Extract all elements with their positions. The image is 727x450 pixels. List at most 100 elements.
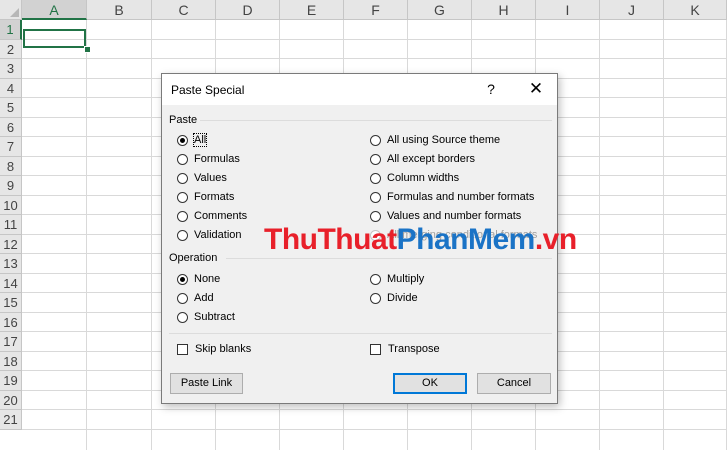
row-header-7[interactable]: 7 — [0, 137, 22, 157]
radio-button[interactable] — [370, 191, 381, 203]
transpose-checkbox[interactable]: Transpose — [370, 341, 440, 357]
column-gridline — [663, 20, 664, 450]
option-label: None — [194, 273, 221, 285]
row-header-5[interactable]: 5 — [0, 98, 22, 118]
row-header-11[interactable]: 11 — [0, 215, 22, 235]
row-header-6[interactable]: 6 — [0, 118, 22, 137]
radio-button — [370, 229, 381, 241]
radio-button[interactable] — [177, 210, 188, 222]
radio-button[interactable] — [177, 134, 188, 146]
row-header-15[interactable]: 15 — [0, 293, 22, 313]
column-header-b[interactable]: B — [87, 0, 152, 20]
row-gridline — [22, 409, 727, 410]
radio-paste-values-number-formats[interactable]: Values and number formats — [370, 208, 521, 224]
radio-paste-comments[interactable]: Comments — [177, 208, 247, 224]
radio-button[interactable] — [177, 172, 188, 184]
checkbox-box[interactable] — [370, 343, 381, 355]
row-header-3[interactable]: 3 — [0, 59, 22, 79]
radio-operation-none[interactable]: None — [177, 271, 220, 287]
column-header-c[interactable]: C — [152, 0, 216, 20]
radio-button[interactable] — [177, 292, 188, 304]
radio-operation-subtract[interactable]: Subtract — [177, 309, 235, 325]
column-gridline — [86, 20, 87, 450]
radio-paste-formulas[interactable]: Formulas — [177, 151, 240, 167]
select-all-triangle-icon — [10, 8, 19, 17]
fill-handle[interactable] — [84, 46, 91, 53]
row-gridline — [22, 429, 727, 430]
radio-button[interactable] — [370, 153, 381, 165]
row-header-14[interactable]: 14 — [0, 274, 22, 293]
checkbox-divider — [169, 333, 552, 334]
option-label: Subtract — [194, 311, 235, 323]
column-header-h[interactable]: H — [472, 0, 536, 20]
row-header-18[interactable]: 18 — [0, 352, 22, 371]
radio-operation-divide[interactable]: Divide — [370, 290, 418, 306]
radio-paste-formats[interactable]: Formats — [177, 189, 234, 205]
column-header-k[interactable]: K — [664, 0, 727, 20]
option-label: Add — [194, 292, 214, 304]
radio-button[interactable] — [370, 134, 381, 146]
radio-paste-source-theme[interactable]: All using Source theme — [370, 132, 500, 148]
row-header-16[interactable]: 16 — [0, 313, 22, 332]
option-label: Column widths — [387, 172, 460, 184]
radio-paste-merging-conditional-formats: All merging conditional formats — [370, 227, 537, 243]
column-header-g[interactable]: G — [408, 0, 472, 20]
radio-button[interactable] — [370, 210, 381, 222]
option-label: All using Source theme — [387, 134, 501, 146]
column-header-f[interactable]: F — [344, 0, 408, 20]
skip-blanks-checkbox[interactable]: Skip blanks — [177, 341, 251, 357]
radio-paste-formulas-number-formats[interactable]: Formulas and number formats — [370, 189, 534, 205]
radio-operation-add[interactable]: Add — [177, 290, 214, 306]
row-header-20[interactable]: 20 — [0, 391, 22, 410]
radio-paste-validation[interactable]: Validation — [177, 227, 242, 243]
checkbox-box[interactable] — [177, 343, 188, 355]
radio-paste-values[interactable]: Values — [177, 170, 227, 186]
close-icon[interactable]: ✕ — [526, 79, 546, 99]
radio-paste-except-borders[interactable]: All except borders — [370, 151, 475, 167]
radio-paste-all[interactable]: All — [177, 132, 208, 148]
row-gridline — [22, 58, 727, 59]
paste-link-button[interactable]: Paste Link — [170, 373, 243, 394]
select-all-corner[interactable] — [0, 0, 22, 20]
row-gridline — [22, 39, 727, 40]
row-header-17[interactable]: 17 — [0, 332, 22, 352]
column-header-a[interactable]: A — [22, 0, 87, 20]
row-header-10[interactable]: 10 — [0, 196, 22, 215]
option-label: All merging conditional formats — [387, 229, 538, 241]
active-cell-a1[interactable] — [23, 29, 86, 48]
column-header-i[interactable]: I — [536, 0, 600, 20]
option-label: Values — [194, 172, 227, 184]
row-header-8[interactable]: 8 — [0, 157, 22, 176]
radio-button[interactable] — [370, 292, 381, 304]
checkbox-label: Skip blanks — [195, 343, 252, 355]
column-gridline — [599, 20, 600, 450]
radio-button[interactable] — [370, 273, 381, 285]
radio-button[interactable] — [177, 311, 188, 323]
radio-button[interactable] — [177, 153, 188, 165]
row-header-4[interactable]: 4 — [0, 79, 22, 98]
column-header-j[interactable]: J — [600, 0, 664, 20]
column-header-e[interactable]: E — [280, 0, 344, 20]
row-header-21[interactable]: 21 — [0, 410, 22, 430]
help-icon[interactable]: ? — [482, 79, 500, 99]
row-header-19[interactable]: 19 — [0, 371, 22, 391]
row-header-1[interactable]: 1 — [0, 20, 22, 40]
checkbox-label: Transpose — [388, 343, 440, 355]
option-label: Formulas — [194, 153, 240, 165]
option-label: Multiply — [387, 273, 425, 285]
row-header-2[interactable]: 2 — [0, 40, 22, 59]
radio-button[interactable] — [177, 273, 188, 285]
radio-button[interactable] — [177, 191, 188, 203]
ok-button[interactable]: OK — [393, 373, 467, 394]
radio-paste-column-widths[interactable]: Column widths — [370, 170, 459, 186]
row-header-13[interactable]: 13 — [0, 254, 22, 274]
column-header-d[interactable]: D — [216, 0, 280, 20]
row-header-12[interactable]: 12 — [0, 235, 22, 254]
radio-operation-multiply[interactable]: Multiply — [370, 271, 424, 287]
dialog-title: Paste Special — [171, 83, 245, 97]
cancel-button[interactable]: Cancel — [477, 373, 551, 394]
radio-button[interactable] — [370, 172, 381, 184]
radio-button[interactable] — [177, 229, 188, 241]
row-header-9[interactable]: 9 — [0, 176, 22, 196]
option-label: Formats — [194, 191, 235, 203]
